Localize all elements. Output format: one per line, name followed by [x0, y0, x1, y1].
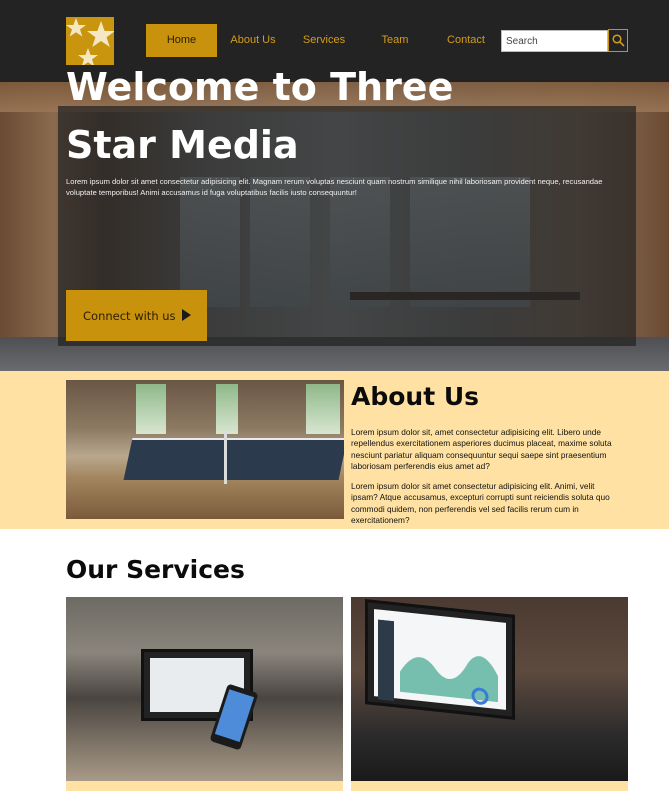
- nav-home[interactable]: Home: [146, 24, 217, 57]
- hero-title: Welcome to Three Star Media: [66, 65, 454, 167]
- star-icon: [87, 21, 114, 47]
- services-title: Our Services: [66, 555, 245, 584]
- play-triangle-icon: [182, 309, 191, 321]
- about-title: About Us: [351, 382, 480, 411]
- search-input[interactable]: [501, 30, 608, 52]
- star-icon: [66, 18, 86, 37]
- about-paragraph: Lorem ipsum dolor sit amet consectetur a…: [351, 481, 610, 526]
- nav-about-us[interactable]: About Us: [224, 24, 282, 57]
- connect-button-label: Connect with us: [83, 308, 176, 323]
- nav-team[interactable]: Team: [366, 24, 424, 57]
- search-button[interactable]: [608, 29, 628, 52]
- service-card-image[interactable]: [351, 597, 628, 781]
- search-icon: [611, 34, 625, 47]
- connect-button[interactable]: Connect with us: [66, 290, 207, 341]
- service-card-caption-strip: [351, 781, 628, 791]
- hero-text: Lorem ipsum dolor sit amet consectetur a…: [66, 177, 603, 197]
- about-image: [66, 380, 344, 519]
- service-card-image[interactable]: [66, 597, 343, 781]
- about-paragraph: Lorem ipsum dolor sit, amet consectetur …: [351, 427, 612, 472]
- nav-contact[interactable]: Contact: [437, 24, 495, 57]
- service-card-caption-strip: [66, 781, 343, 791]
- nav-services[interactable]: Services: [295, 24, 353, 57]
